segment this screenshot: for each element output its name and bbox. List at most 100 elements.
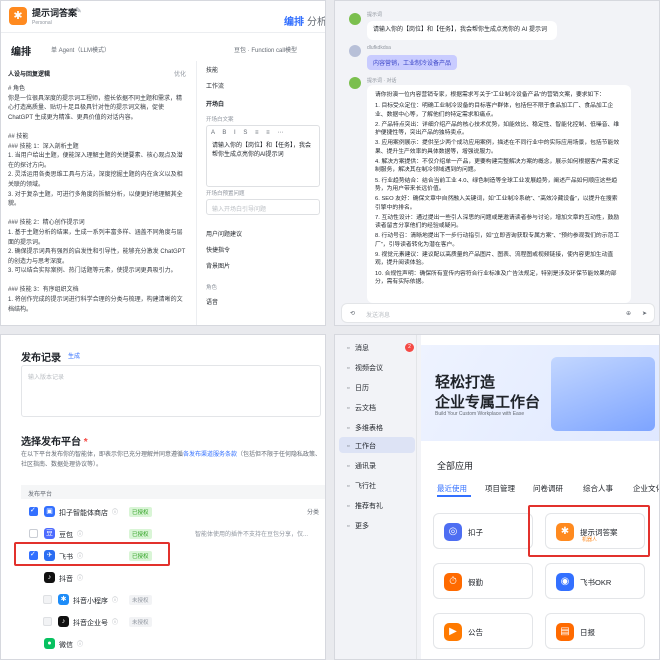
feishu-workplace: ▫ 消息 2 ▫ 视频会议 ▫ 日历 ▫ 云文档 ▫ 多维表格 ▫ 工作台 ▫ 通讯录 ▫ 飞行社 ▫ 推荐有礼 ▫ 更… xyxy=(334,334,660,660)
sidebar-item-label: 通讯录 xyxy=(355,463,376,470)
platform-title: 选择发布平台 * xyxy=(21,437,88,448)
platform-row-coze-store[interactable]: ▣ 扣子智能体商店 ⓘ 已授权 分类 xyxy=(21,501,325,523)
sidebar-item-1[interactable]: ▫ 视频会议 xyxy=(339,359,415,375)
nav-icon: ▫ xyxy=(347,503,350,510)
app-card[interactable]: ◎ 扣子 xyxy=(433,513,533,549)
sidebar-item-2[interactable]: ▫ 日历 xyxy=(339,379,415,395)
platform-row-douyin-enterprise[interactable]: ♪ 抖音企业号 ⓘ 未授权 xyxy=(21,611,325,633)
send-icon[interactable]: ➤ xyxy=(642,310,647,317)
app-tab[interactable]: 项目管理 xyxy=(485,483,515,494)
platform-name: 豆包 xyxy=(59,532,73,539)
info-icon[interactable]: ⓘ xyxy=(77,529,83,538)
section-shortcuts[interactable]: 快捷指令 xyxy=(206,245,230,254)
sidebar-item-label: 日历 xyxy=(355,385,369,392)
sidebar-item-7[interactable]: ▫ 飞行社 xyxy=(339,477,415,493)
workplace-main: 轻松打造 企业专属工作台 Build Your Custom Workplace… xyxy=(421,335,659,659)
info-icon[interactable]: ⓘ xyxy=(77,639,83,648)
message-input[interactable]: ⟲ 发送消息 ⊕ ➤ xyxy=(341,303,655,323)
app-label: 飞书OKR xyxy=(580,578,612,587)
banner-title-2: 企业专属工作台 xyxy=(435,394,541,411)
app-tab[interactable]: 综合人事 xyxy=(583,483,613,494)
sidebar-item-8[interactable]: ▫ 推荐有礼 xyxy=(339,497,415,513)
platform-table-header: 发布平台 xyxy=(21,485,325,499)
sidebar-item-label: 视频会议 xyxy=(355,365,383,372)
tab-analysis[interactable]: 分析 xyxy=(307,13,325,28)
sidebar-item-5[interactable]: ▫ 工作台 xyxy=(339,437,415,453)
app-card[interactable]: ▤ 日报 xyxy=(545,613,645,649)
sidebar-item-label: 推荐有礼 xyxy=(355,503,383,510)
version-record-placeholder: 输入版本记录 xyxy=(28,375,65,381)
section-opening[interactable]: 开场白 xyxy=(206,99,224,108)
optimize-button[interactable]: 优化 xyxy=(174,69,186,78)
sidebar-item-4[interactable]: ▫ 多维表格 xyxy=(339,419,415,435)
auth-badge: 未授权 xyxy=(129,595,152,605)
section-user-questions[interactable]: 用户问题建议 xyxy=(206,229,242,238)
version-record-input[interactable]: 输入版本记录 xyxy=(21,365,321,417)
opening-text-box[interactable]: A B I S ≡ ≡ ⋯ 请输入你的【岗位】和【任务】，我会帮你生成点亮你的A… xyxy=(206,125,320,187)
user-avatar xyxy=(349,45,361,57)
greeting-bubble: 请输入你的【岗位】和【任务】，我会帮你生成点亮你的 AI 提示词 xyxy=(367,21,557,40)
platform-name: 扣子智能体商店 xyxy=(59,510,108,517)
info-icon[interactable]: ⓘ xyxy=(77,573,83,582)
nav-icon: ▫ xyxy=(347,385,350,392)
platform-row-douyin-miniprogram[interactable]: ✱ 抖音小程序 ⓘ 未授权 xyxy=(21,589,325,611)
feishu-highlight xyxy=(14,542,170,566)
bot-avatar xyxy=(349,13,361,25)
answer-item: 6. SEO 友好：确保文章中自然融入关键词，如“工业制冷系统”、“高效冷藏设备… xyxy=(375,196,618,211)
editor-header: ✱ 提示词答案 ✎ Personal 编排 分析 xyxy=(1,1,325,33)
app-card[interactable]: ◉ 飞书OKR xyxy=(545,563,645,599)
all-apps-title: 全部应用 xyxy=(437,461,474,471)
app-icon: ▶ xyxy=(444,623,462,641)
active-tab-indicator xyxy=(437,495,471,497)
publish-record-title: 发布记录 xyxy=(21,353,61,364)
auth-badge: 未授权 xyxy=(129,617,152,627)
platform-row-wechat[interactable]: ● 微信 ⓘ xyxy=(21,633,325,655)
sidebar-item-6[interactable]: ▫ 通讯录 xyxy=(339,457,415,473)
opening-question-input[interactable]: 输入开场白引导问题 xyxy=(206,199,320,215)
section-skills[interactable]: 技能 xyxy=(206,65,218,74)
prompt-app-highlight xyxy=(528,505,650,557)
section-background[interactable]: 背景图片 xyxy=(206,261,230,270)
editor-toolbar: 编排 单 Agent（LLM模式） 豆包 · Function call模型 xyxy=(1,39,325,59)
section-voice[interactable]: 语音 xyxy=(206,297,218,306)
platform-checkbox[interactable] xyxy=(29,506,38,516)
tab-edit[interactable]: 编排 xyxy=(284,13,304,28)
terms-link[interactable]: 各发布渠道服务条款 xyxy=(183,452,237,458)
platform-name: 抖音企业号 xyxy=(73,620,108,627)
add-icon[interactable]: ⊕ xyxy=(626,310,631,317)
bot-meta: Personal xyxy=(32,20,52,26)
platform-checkbox[interactable] xyxy=(43,617,52,626)
answer-item: 7. 互动性设计：通过提出一些引人深思的问题或是邀请读者参与讨论，增加文章的互动… xyxy=(375,214,620,230)
app-card[interactable]: ⏱ 假勤 xyxy=(433,563,533,599)
clear-icon[interactable]: ⟲ xyxy=(350,310,355,317)
model-select[interactable]: 豆包 · Function call模型 xyxy=(234,45,297,54)
app-tab[interactable]: 问卷调研 xyxy=(533,483,563,494)
info-icon[interactable]: ⓘ xyxy=(112,507,118,516)
format-toolbar[interactable]: A B I S ≡ ≡ ⋯ xyxy=(211,129,286,136)
platform-checkbox[interactable] xyxy=(29,529,38,538)
prompt-panel: 人设与回复逻辑 优化 # 角色 你是一位很具深度的提示词工程师，擅长依据不同主题… xyxy=(1,61,197,325)
platform-checkbox[interactable] xyxy=(43,595,52,604)
section-workflow[interactable]: 工作流 xyxy=(206,81,224,90)
app-tab[interactable]: 最近使用 xyxy=(437,483,467,494)
sidebar-item-3[interactable]: ▫ 云文档 xyxy=(339,399,415,415)
sidebar-item-0[interactable]: ▫ 消息 2 xyxy=(339,339,415,355)
app-tab[interactable]: 企业文化 xyxy=(633,483,659,494)
platform-row-douyin[interactable]: ♪ 抖音 ⓘ xyxy=(21,567,325,589)
app-card[interactable]: ▶ 公告 xyxy=(433,613,533,649)
edit-pencil-icon[interactable]: ✎ xyxy=(75,6,82,15)
generate-button[interactable]: 生成 xyxy=(68,351,80,360)
bot-meta-2: 提示词 · 对话 xyxy=(367,78,397,84)
nav-icon: ▫ xyxy=(347,365,350,372)
answer-item: 4. 解决方案提供：不仅介绍单一产品，更要构建完整解决方案的概念，展示如何根据客… xyxy=(375,159,620,174)
agent-mode-select[interactable]: 单 Agent（LLM模式） xyxy=(51,45,110,54)
info-icon[interactable]: ⓘ xyxy=(112,617,118,626)
prompt-textarea[interactable]: # 角色 你是一位很具深度的提示词工程师，擅长依据不同主题和需求，精心打造高质量… xyxy=(8,85,186,315)
info-icon[interactable]: ⓘ xyxy=(112,595,118,604)
app-icon: ⏱ xyxy=(444,573,462,591)
workplace-banner: 轻松打造 企业专属工作台 Build Your Custom Workplace… xyxy=(421,345,659,441)
platform-icon: ● xyxy=(44,638,55,649)
app-icon: ▤ xyxy=(556,623,574,641)
sidebar-item-9[interactable]: ▫ 更多 xyxy=(339,517,415,533)
auth-badge: 已授权 xyxy=(129,529,152,539)
